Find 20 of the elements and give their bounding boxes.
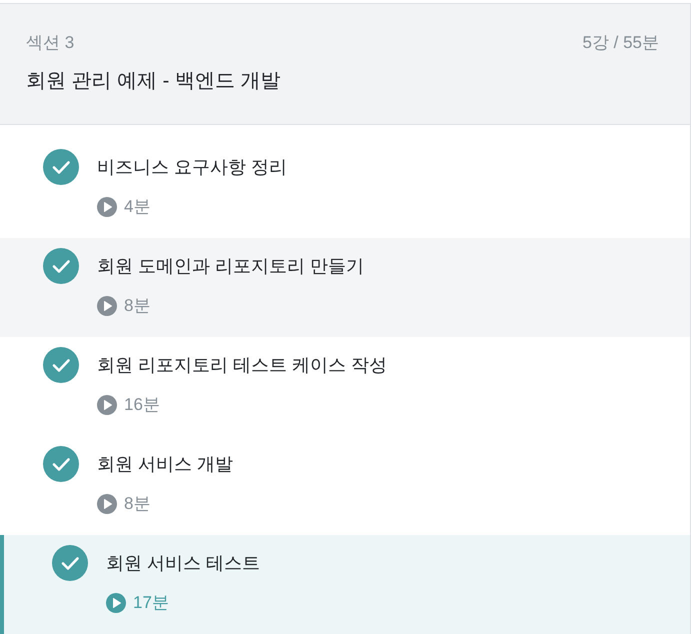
lecture-duration: 8분: [124, 493, 150, 515]
section-title: 회원 관리 예제 - 백엔드 개발: [26, 69, 280, 94]
lecture-duration: 4분: [124, 196, 150, 218]
lecture-item[interactable]: 회원 도메인과 리포지토리 만들기 8분: [0, 238, 690, 337]
lecture-duration: 17분: [133, 592, 169, 614]
lecture-title: 회원 도메인과 리포지토리 만들기: [97, 255, 364, 278]
lecture-title: 회원 서비스 개발: [97, 453, 234, 476]
lecture-duration: 16분: [124, 394, 160, 416]
lecture-title: 비즈니스 요구사항 정리: [97, 156, 288, 179]
play-icon: [97, 197, 117, 217]
play-icon: [97, 395, 117, 415]
lecture-title: 회원 리포지토리 테스트 케이스 작성: [97, 354, 388, 377]
play-icon: [97, 494, 117, 514]
lecture-duration: 8분: [124, 295, 150, 317]
play-icon: [97, 296, 117, 316]
lecture-title: 회원 서비스 테스트: [106, 552, 260, 575]
lecture-item[interactable]: 회원 서비스 테스트 17분: [0, 535, 690, 634]
play-icon: [106, 593, 126, 613]
section-label: 섹션 3: [26, 32, 74, 54]
section-summary: 5강 / 55분: [582, 32, 659, 54]
